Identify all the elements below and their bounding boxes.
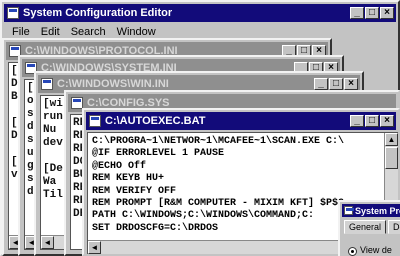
minimize-button[interactable]: _ — [350, 115, 364, 127]
minimize-button[interactable]: _ — [350, 7, 364, 19]
maximize-button[interactable]: □ — [365, 7, 379, 19]
close-button[interactable]: × — [380, 115, 394, 127]
close-button[interactable]: × — [344, 78, 358, 90]
scroll-thumb[interactable] — [385, 147, 398, 169]
win-ini-text: [wi run Nu dev [De Wa Til — [43, 98, 63, 202]
close-button[interactable]: × — [380, 7, 394, 19]
tab-device-manager[interactable]: Dev — [388, 220, 400, 234]
win-line: Til — [43, 189, 63, 201]
autoexec-bat-title-bar[interactable]: C:\AUTOEXEC.BAT _ □ × — [86, 112, 396, 130]
autoexec-line: REM VERIFY OFF — [92, 185, 177, 197]
win-line: run — [43, 111, 63, 123]
document-icon — [89, 115, 101, 127]
tab-general[interactable]: General — [344, 220, 387, 234]
app-icon — [7, 7, 19, 19]
scroll-up-button[interactable]: ▲ — [385, 133, 398, 146]
autoexec-line: C:\PROGRA~1\NETWOR~1\MCAFEE~1\SCAN.EXE C… — [92, 136, 345, 147]
autoexec-line: @ECHO Off — [92, 160, 147, 172]
system-properties-dialog[interactable]: System Prope General Dev View de — [338, 200, 400, 256]
app-title: System Configuration Editor — [23, 7, 173, 19]
maximize-button[interactable]: □ — [329, 78, 343, 90]
scroll-left-button[interactable]: ◄ — [41, 236, 54, 249]
win-line: Wa — [43, 176, 57, 188]
system-properties-title-bar[interactable]: System Prope — [342, 204, 400, 217]
view-devices-radio[interactable] — [348, 247, 357, 256]
maximize-button[interactable]: □ — [365, 115, 379, 127]
computer-icon — [344, 206, 354, 215]
minimize-button[interactable]: _ — [314, 78, 328, 90]
autoexec-line: @IF ERRORLEVEL 1 PAUSE — [92, 148, 225, 160]
win-line — [43, 150, 63, 163]
system-properties-title: System Prope — [355, 205, 400, 216]
scroll-left-button[interactable]: ◄ — [88, 241, 101, 254]
dialog-tabs: General Dev — [344, 220, 400, 234]
win-line: [wi — [43, 98, 63, 110]
win-ini-title: C:\WINDOWS\WIN.INI — [57, 78, 169, 90]
main-title-bar[interactable]: System Configuration Editor _ □ × — [4, 4, 396, 22]
autoexec-bat-title: C:\AUTOEXEC.BAT — [105, 115, 206, 127]
win-line: [De — [43, 163, 63, 175]
win-line: Nu — [43, 124, 57, 136]
view-devices-label: View de — [360, 245, 392, 255]
document-icon — [41, 78, 53, 90]
win-line: dev — [43, 137, 63, 149]
autoexec-line: REM KEYB HU+ — [92, 173, 165, 185]
